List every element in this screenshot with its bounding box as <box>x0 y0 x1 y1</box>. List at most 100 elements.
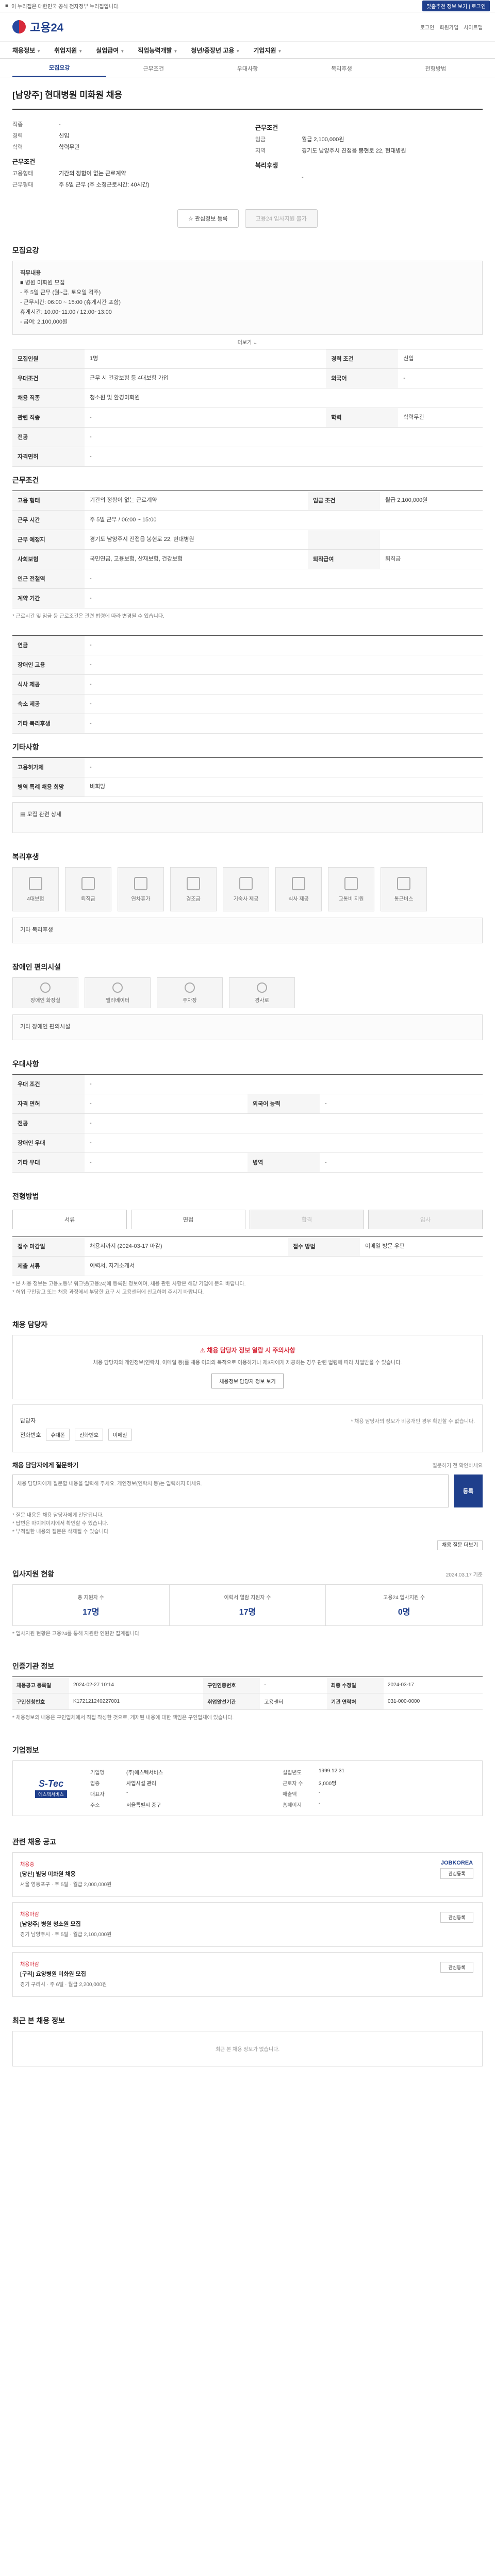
table-row: 접수 마감일 채용시까지 (2024-03-17 마감) 접수 방법 이메일 방문 우… <box>12 1236 483 1257</box>
header-link[interactable]: 회원가입 <box>439 23 458 31</box>
row-key: 장애인 고용 <box>12 655 85 675</box>
process-note: * 허위 구인광고 또는 채용 과정에서 부당한 요구 시 고용센터에 신고하여… <box>12 1290 204 1295</box>
recruit-line: 휴게시간: 10:00~11:00 / 12:00~13:00 <box>20 309 112 315</box>
related-fav-button[interactable]: 관심등록 <box>440 1962 473 1973</box>
contact-tel-button[interactable]: 전화번호 <box>75 1429 103 1440</box>
related-item[interactable]: 채용마감 [남양주] 병원 청소원 모집 경기 남양주시 · 주 5일 · 월급 2… <box>12 1902 483 1947</box>
row-value: 이력서, 자기소개서 <box>85 1256 483 1276</box>
table-row: 장애인 고용 - <box>12 655 483 675</box>
nav-item[interactable]: 직업능력개발 ▼ <box>138 46 177 55</box>
sub-tab[interactable]: 우대사항 <box>201 64 294 77</box>
recruit-line: - 급여: 2,100,000원 <box>20 319 68 325</box>
job-summary: 직종 - 경력 신입 학력 학력무관 근무조건 고용형태 기간의 정함이 없는 근로계약 근무… <box>12 110 483 200</box>
nav-item[interactable]: 취업지원 ▼ <box>54 46 82 55</box>
header-link[interactable]: 로그인 <box>420 23 435 31</box>
related-fav-button[interactable]: 관심등록 <box>440 1868 473 1879</box>
question-more-button[interactable]: 채용 질문 더보기 <box>437 1540 483 1550</box>
contact-phone-button[interactable]: 휴대폰 <box>46 1429 70 1440</box>
recruit-line: ■ 병원 미화원 모집 <box>20 280 65 286</box>
more-link[interactable]: 더보기 ⌄ <box>12 335 483 349</box>
row-value: 국민연금, 고용보험, 산재보험, 건강보험 <box>85 549 308 569</box>
facility-card: 엘리베이터 <box>85 977 151 1008</box>
benefit-label: 통근버스 <box>394 896 414 902</box>
row-key: 퇴직급여 <box>307 549 380 569</box>
row-key: 식사 제공 <box>12 674 85 694</box>
row-value: 채용시까지 (2024-03-17 마감) <box>85 1236 288 1257</box>
recent-section-title: 최근 본 채용 정보 <box>12 2016 65 2025</box>
row-key: 학력 <box>326 408 399 428</box>
related-name[interactable]: [당산] 빌딩 미화원 채용 <box>20 1870 111 1878</box>
kv-row: 근무형태 주 5일 근무 (주 소정근로시간: 40시간) <box>12 179 240 191</box>
recruit-line: - 근무시간: 06:00 ~ 15:00 (휴게시간 포함) <box>20 299 121 306</box>
row-key: 모집인원 <box>12 349 85 369</box>
company-key: 근로자 수 <box>283 1781 303 1787</box>
row-key: 접수 마감일 <box>12 1236 85 1257</box>
chevron-down-icon: ⌄ <box>253 340 258 346</box>
company-key: 매출액 <box>283 1792 297 1798</box>
row-key: 근무 예정지 <box>12 530 85 550</box>
row-value: - <box>85 569 483 589</box>
nav-item[interactable]: 채용정보 ▼ <box>12 46 41 55</box>
show-contact-button[interactable]: 채용정보 담당자 정보 보기 <box>211 1374 284 1388</box>
facility-label: 경사로 <box>255 997 269 1004</box>
row-key: 연금 <box>12 635 85 655</box>
table-row: 채용 직종 청소원 및 환경미화원 <box>12 388 483 408</box>
benefit-label: 퇴직금 <box>81 896 95 902</box>
table-row: 자격면허 - <box>12 447 483 467</box>
row-value: - <box>85 1094 248 1114</box>
stat-label: 고용24 입사지원 수 <box>383 1595 425 1601</box>
table-row: 관련 직종 - 학력 학력무관 <box>12 408 483 428</box>
table-row: 사회보험 국민연금, 고용보험, 산재보험, 건강보험 퇴직급여 퇴직금 <box>12 549 483 569</box>
info-table: 채용공고 등록일 2024-02-27 10:14 구인인증번호 - 최종 수정일 202… <box>12 1676 483 1710</box>
question-submit-button[interactable]: 등록 <box>454 1475 483 1507</box>
favorite-button[interactable]: ☆ 관심정보 등록 <box>177 209 239 228</box>
top-right-button[interactable]: 맞춤추천 정보 보기 | 로그인 <box>422 1 490 11</box>
recruit-section-title: 모집요강 <box>12 246 39 255</box>
facility-label: 장애인 화장실 <box>30 997 60 1004</box>
benefit-label: 기숙사 제공 <box>233 896 259 902</box>
header-link[interactable]: 사이트맵 <box>464 23 483 31</box>
sub-tab[interactable]: 모집요강 <box>12 63 107 77</box>
benefit-label: 4대보험 <box>27 896 44 902</box>
site-header: 고용24 로그인 회원가입 사이트맵 <box>0 12 495 41</box>
nav-item[interactable]: 실업급여 ▼ <box>96 46 124 55</box>
row-key: 자격면허 <box>12 447 85 467</box>
table-row: 장애인 우대 - <box>12 1133 483 1153</box>
table-row: 식사 제공 - <box>12 674 483 694</box>
table-row: 병역 특례 채용 희망 비희망 <box>12 777 483 797</box>
contact-email-button[interactable]: 이메일 <box>108 1429 132 1440</box>
question-note: * 답변은 마이페이지에서 확인할 수 있습니다. <box>12 1521 109 1527</box>
benefit-card: 4대보험 <box>12 867 59 911</box>
related-name[interactable]: [구리] 요양병원 미화원 모집 <box>20 1970 107 1978</box>
sub-tab[interactable]: 복리후생 <box>294 64 388 77</box>
related-item[interactable]: 채용중 [당산] 빌딩 미화원 채용 서울 영등포구 · 주 5일 · 월급 2,0… <box>12 1852 483 1897</box>
pref-section-title: 우대사항 <box>12 1060 39 1068</box>
related-logo: JOBKOREA <box>440 1860 473 1866</box>
sub-tab[interactable]: 전형방법 <box>389 64 483 77</box>
recruit-table: 모집인원 1명 경력 조건 신입 우대조건 근무 시 건강보험 등 4대보험 가입 외국어 -… <box>12 349 483 467</box>
related-fav-button[interactable]: 관심등록 <box>440 1912 473 1923</box>
sub-tabs: 모집요강 근무조건 우대사항 복리후생 전형방법 <box>0 59 495 77</box>
related-name[interactable]: [남양주] 병원 청소원 모집 <box>20 1920 111 1928</box>
question-hint[interactable]: 질문하기 전 확인하세요 <box>432 1461 483 1469</box>
row-key <box>307 530 380 550</box>
question-notes: * 질문 내용은 채용 담당자에게 전달됩니다. * 답변은 마이페이지에서 확인… <box>12 1507 483 1540</box>
left2-title: 근무조건 <box>12 158 36 165</box>
applicant-note: * 입사지원 현황은 고용24를 통해 지원한 인원만 집계됩니다. <box>12 1631 141 1637</box>
sub-tab[interactable]: 근무조건 <box>106 64 200 77</box>
related-info: 경기 남양주시 · 주 5일 · 월급 2,100,000원 <box>20 1932 112 1938</box>
related-right: JOBKOREA 관심등록 <box>439 1860 475 1879</box>
nav-item[interactable]: 청년/중장년 고용 ▼ <box>191 46 240 55</box>
question-note: * 질문 내용은 채용 담당자에게 전달됩니다. <box>12 1513 104 1518</box>
site-logo[interactable]: 고용24 <box>12 19 63 35</box>
row-key: 장애인 우대 <box>12 1133 85 1153</box>
nav-item[interactable]: 기업지원 ▼ <box>253 46 282 55</box>
row-value: 1명 <box>85 349 326 369</box>
related-section-title: 관련 채용 공고 <box>12 1838 57 1846</box>
company-key: 기업명 <box>90 1770 105 1776</box>
related-item[interactable]: 채용마감 [구리] 요양병원 미화원 모집 경기 구리시 · 주 6일 · 월급 2… <box>12 1952 483 1997</box>
company-value: - <box>319 1801 321 1806</box>
row-value: 비희망 <box>85 777 483 797</box>
question-input[interactable] <box>12 1475 449 1507</box>
process-steps: 서류 면접 합격 입사 <box>12 1207 483 1232</box>
